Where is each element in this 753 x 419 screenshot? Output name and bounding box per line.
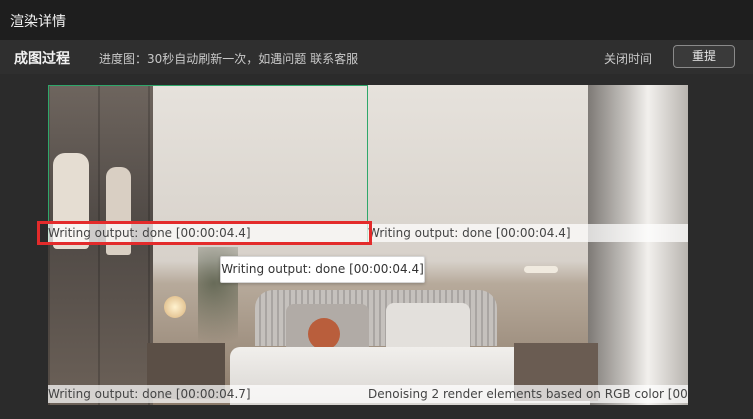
reset-button[interactable]: 重提 bbox=[673, 45, 735, 68]
cropped-tab-strip bbox=[10, 0, 200, 2]
title-bar: 渲染详情 bbox=[0, 0, 753, 40]
lamp bbox=[164, 296, 186, 318]
close-time-label: 关闭时间 bbox=[604, 52, 653, 66]
status-tooltip: Writing output: done [00:00:04.4] bbox=[220, 256, 425, 283]
window-title: 渲染详情 bbox=[10, 14, 66, 30]
highlight-box bbox=[37, 221, 372, 245]
section-title: 成图过程 bbox=[14, 51, 70, 67]
round-cushion bbox=[308, 318, 340, 350]
lamp bbox=[524, 266, 558, 273]
tile-status-top-right: Writing output: done [00:00:04.4] bbox=[368, 224, 688, 242]
window-curtain bbox=[588, 85, 688, 405]
render-toolbar: 成图过程 进度图：30秒自动刷新一次，如遇问题 联系客服 关闭时间 重提 bbox=[0, 40, 753, 74]
progress-info: 进度图：30秒自动刷新一次，如遇问题 联系客服 bbox=[99, 52, 359, 66]
tile-status-bottom-right: Denoising 2 render elements based on RGB… bbox=[368, 385, 688, 403]
tile-status-bottom-left: Writing output: done [00:00:04.7] bbox=[48, 385, 368, 403]
